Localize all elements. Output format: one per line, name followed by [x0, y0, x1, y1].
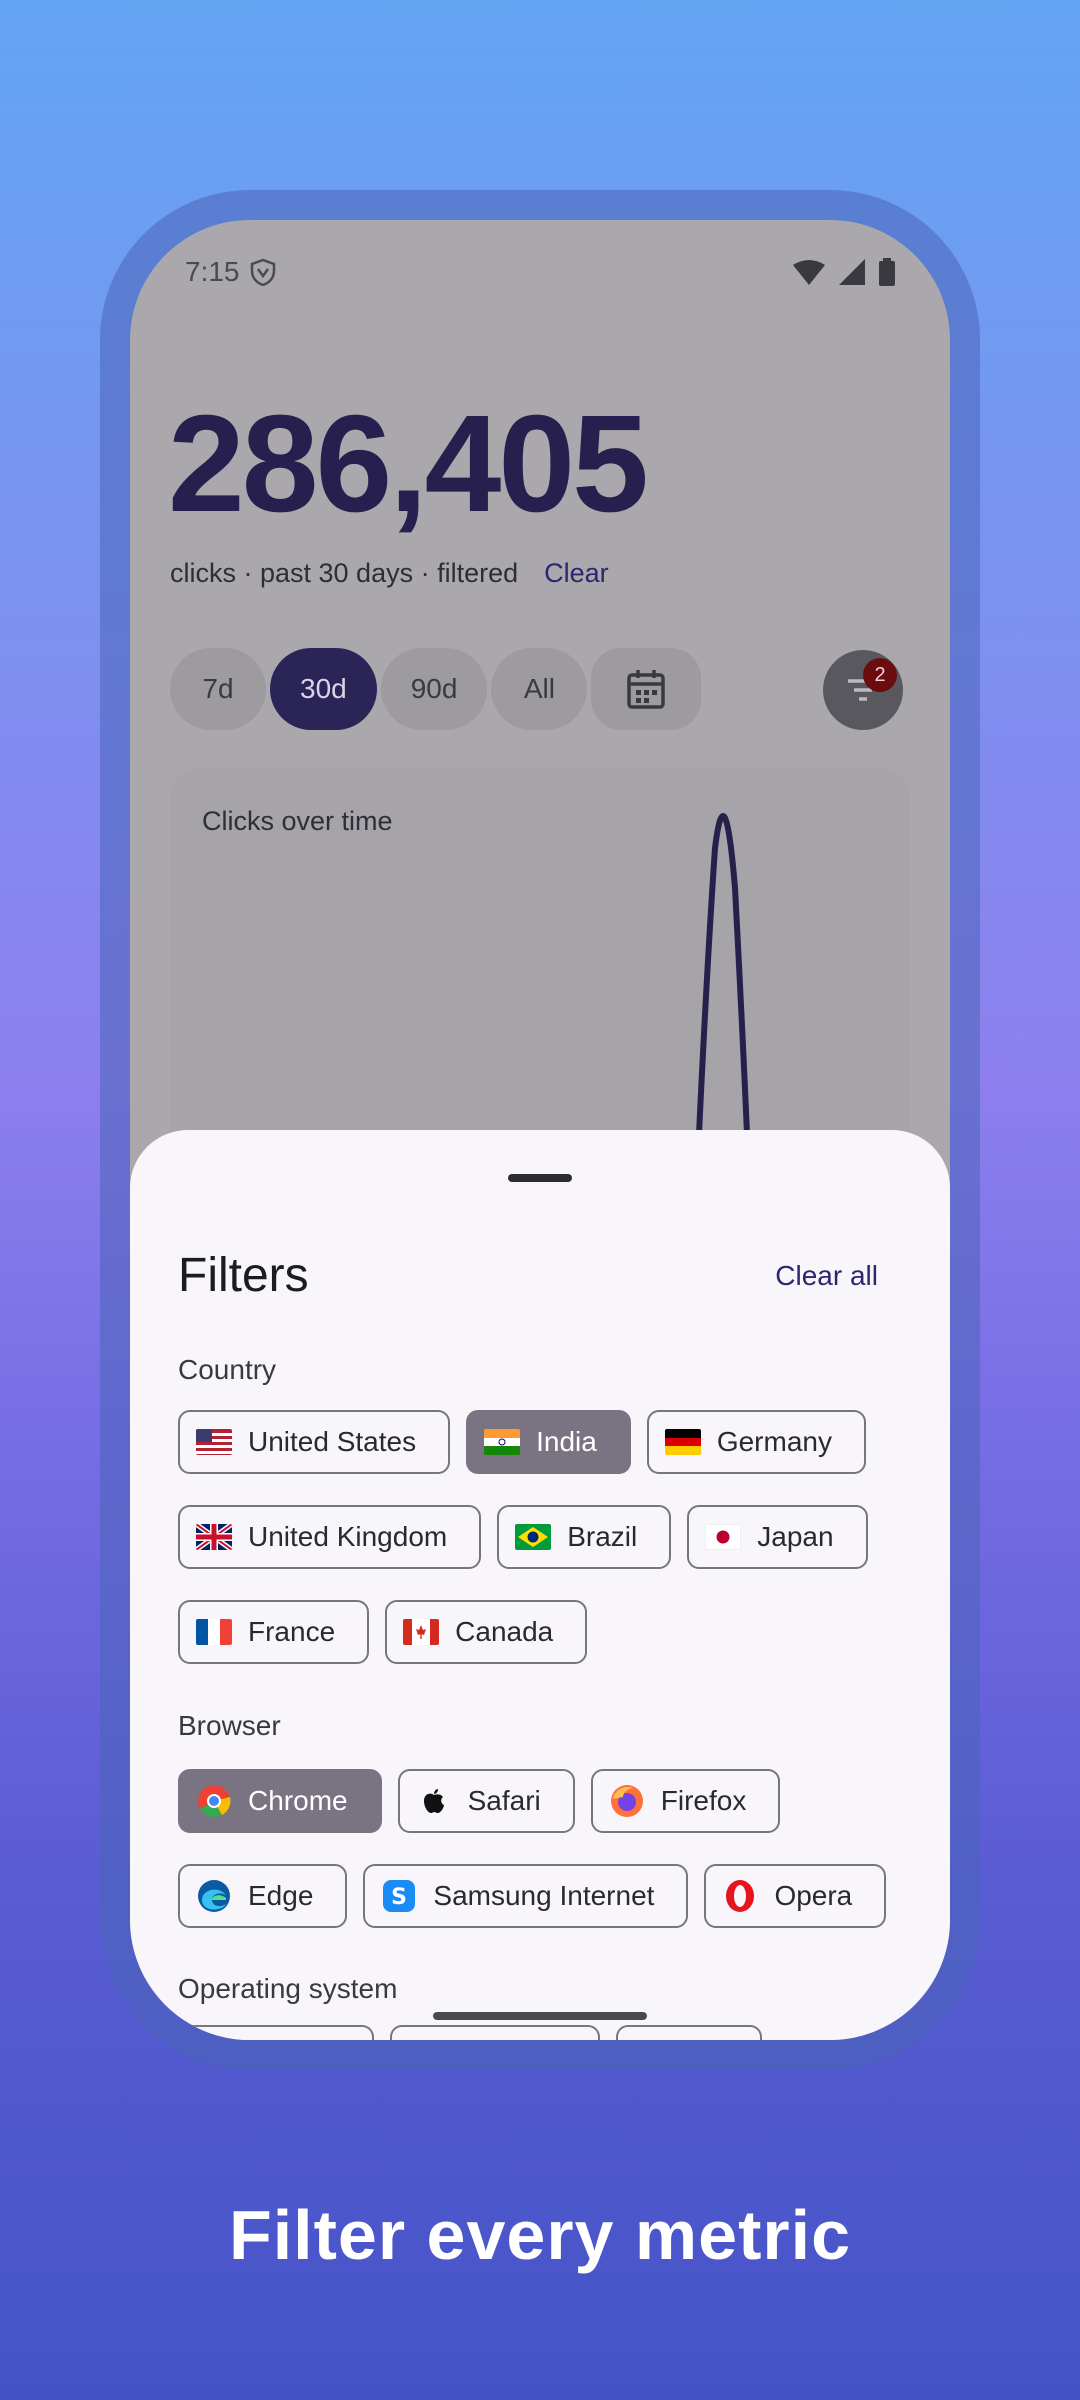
browser-chip-row: Chrome Safari Firefox	[178, 1769, 781, 1833]
os-chip-row	[178, 2025, 762, 2040]
browser-chip-chrome[interactable]: Chrome	[178, 1769, 382, 1833]
calendar-icon	[627, 670, 666, 709]
canada-flag-icon	[403, 1619, 440, 1645]
browser-chip-firefox[interactable]: Firefox	[590, 1769, 781, 1833]
promo-caption: Filter every metric	[228, 2196, 852, 2274]
range-all-button[interactable]: All	[491, 648, 588, 730]
country-chip-row-2: United Kingdom Brazil Japan	[178, 1505, 868, 1569]
home-indicator[interactable]	[433, 2012, 647, 2020]
us-flag-icon	[196, 1429, 232, 1455]
country-chip-france[interactable]: France	[178, 1600, 370, 1664]
samsung-internet-icon: S	[383, 1880, 416, 1912]
browser-chip-row-2: Edge S Samsung Internet Opera	[178, 1864, 887, 1928]
browser-chip-opera[interactable]: Opera	[704, 1864, 887, 1928]
os-chip-1[interactable]	[178, 2025, 374, 2040]
country-chip-row-3: France Canada	[178, 1600, 588, 1664]
filters-bottom-sheet: Filters Clear all Country United States …	[130, 1130, 950, 2040]
filter-count-badge: 2	[863, 658, 897, 692]
browser-section-label: Browser	[178, 1710, 281, 1741]
browser-chip-edge[interactable]: Edge	[178, 1864, 348, 1928]
status-bar: 7:15	[185, 252, 895, 292]
brazil-flag-icon	[515, 1524, 552, 1550]
country-chip-united-states[interactable]: United States	[178, 1410, 451, 1474]
country-chip-brazil[interactable]: Brazil	[497, 1505, 672, 1569]
stats-subtitle: clicks · past 30 days · filtered	[170, 558, 519, 588]
chrome-icon	[198, 1785, 231, 1818]
country-chip-germany[interactable]: Germany	[646, 1410, 866, 1474]
germany-flag-icon	[664, 1429, 701, 1455]
sheet-title: Filters	[178, 1249, 309, 1302]
japan-flag-icon	[705, 1524, 742, 1550]
apple-icon	[423, 1789, 444, 1813]
vpn-shield-icon	[250, 258, 275, 286]
battery-icon	[879, 258, 895, 286]
phone-screen: 7:15 286,405 clicks · past 30 days · fil…	[130, 220, 950, 2040]
opera-icon	[726, 1880, 755, 1912]
range-90d-button[interactable]: 90d	[380, 648, 488, 730]
uk-flag-icon	[196, 1524, 232, 1550]
country-section-label: Country	[178, 1354, 277, 1385]
os-chip-2[interactable]	[390, 2025, 600, 2040]
country-chip-canada[interactable]: Canada	[385, 1600, 588, 1664]
date-picker-button[interactable]	[591, 648, 702, 730]
country-chip-united-kingdom[interactable]: United Kingdom	[178, 1505, 482, 1569]
range-30d-button[interactable]: 30d	[270, 648, 377, 730]
india-flag-icon	[484, 1429, 521, 1455]
country-chip-japan[interactable]: Japan	[687, 1505, 868, 1569]
range-7d-button[interactable]: 7d	[170, 648, 266, 730]
firefox-icon	[610, 1785, 643, 1817]
total-clicks-value: 286,405	[168, 387, 649, 541]
browser-chip-samsung-internet[interactable]: S Samsung Internet	[363, 1864, 689, 1928]
wifi-icon	[793, 260, 825, 285]
filter-button[interactable]: 2	[823, 650, 903, 730]
svg-text:S: S	[391, 1885, 407, 1910]
browser-chip-safari[interactable]: Safari	[397, 1769, 575, 1833]
sheet-drag-handle[interactable]	[508, 1174, 572, 1182]
stats-subtitle-row: clicks · past 30 days · filtered Clear	[170, 558, 609, 589]
os-section-label: Operating system	[178, 1973, 398, 2004]
edge-icon	[198, 1880, 230, 1912]
clear-all-button[interactable]: Clear all	[775, 1260, 878, 1292]
clear-filters-link[interactable]: Clear	[544, 558, 609, 589]
os-chip-3[interactable]	[616, 2025, 762, 2040]
country-chip-india[interactable]: India	[466, 1410, 631, 1474]
country-chip-row: United States India Germany	[178, 1410, 866, 1474]
france-flag-icon	[196, 1619, 232, 1645]
signal-icon	[839, 259, 865, 285]
time-range-selector: 7d 30d 90d All	[170, 648, 702, 730]
status-time: 7:15	[185, 256, 240, 287]
